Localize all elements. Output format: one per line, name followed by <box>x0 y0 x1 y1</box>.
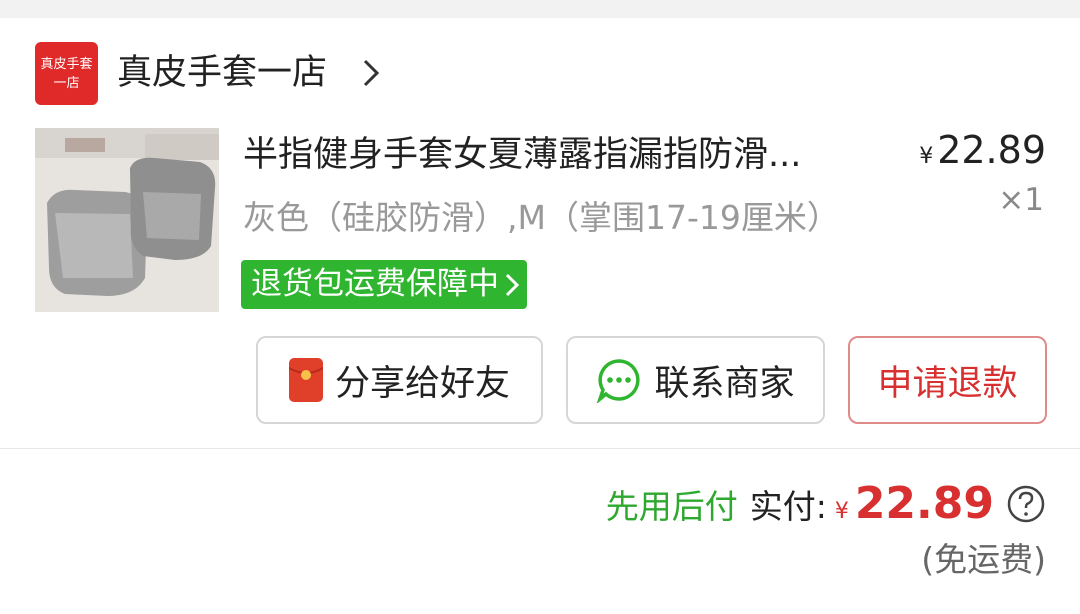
product-sku: 灰色（硅胶防滑）,M（掌围17-19厘米） <box>243 198 840 237</box>
guarantee-label: 退货包运费保障中 <box>251 266 499 302</box>
chevron-right-icon <box>505 273 520 296</box>
contact-label: 联系商家 <box>654 363 795 404</box>
total-amount: 22.89 <box>854 478 994 529</box>
return-shipping-guarantee-badge[interactable]: 退货包运费保障中 <box>241 260 527 309</box>
unit-price: ¥22.89 <box>919 128 1046 172</box>
store-logo-line2: 一店 <box>53 75 80 91</box>
refund-label: 申请退款 <box>877 363 1018 404</box>
share-label: 分享给好友 <box>334 363 510 404</box>
store-name[interactable]: 真皮手套一店 <box>117 50 327 96</box>
quantity: ×1 <box>998 182 1044 218</box>
store-logo-line1: 真皮手套 <box>40 56 93 72</box>
total-currency: ¥ <box>834 499 849 524</box>
top-spacer <box>0 0 1080 18</box>
glove-illustration <box>35 128 219 312</box>
help-icon[interactable] <box>1006 484 1046 524</box>
shipping-note: (免运费) <box>921 540 1046 579</box>
contact-seller-button[interactable]: 联系商家 <box>566 336 825 424</box>
request-refund-button[interactable]: 申请退款 <box>848 336 1047 424</box>
paid-label: 实付: <box>749 487 827 526</box>
price-currency: ¥ <box>919 144 934 169</box>
product-image[interactable] <box>35 128 219 312</box>
store-logo[interactable]: 真皮手套 一店 <box>35 42 98 105</box>
payment-summary: 先用后付 实付: ¥ 22.89 <box>606 478 1046 529</box>
price-value: 22.89 <box>937 128 1046 172</box>
chat-bubble-icon <box>596 357 642 403</box>
pay-later-label: 先用后付 <box>605 487 738 526</box>
share-to-friend-button[interactable]: 分享给好友 <box>256 336 543 424</box>
section-divider <box>0 448 1080 449</box>
chevron-right-icon[interactable] <box>358 56 384 90</box>
product-title[interactable]: 半指健身手套女夏薄露指漏指防滑... <box>243 132 863 178</box>
red-envelope-icon <box>288 358 323 402</box>
